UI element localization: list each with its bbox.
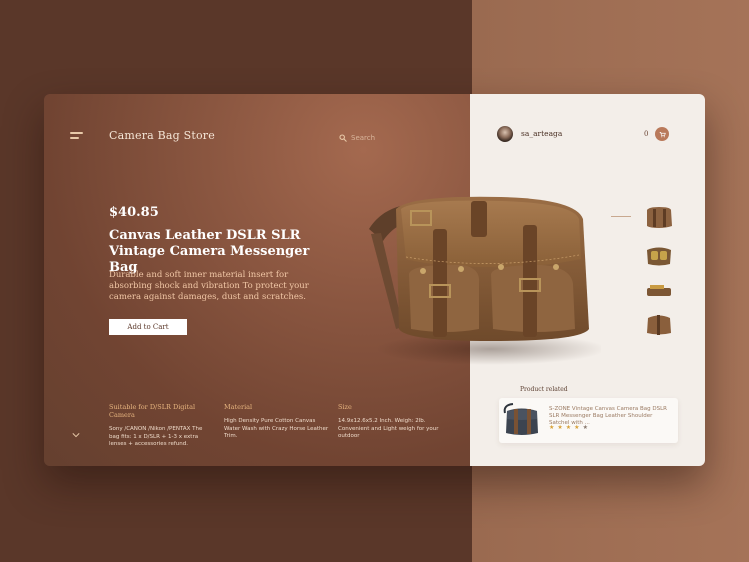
thumbnail-3[interactable] — [644, 280, 674, 306]
search-input[interactable] — [351, 134, 441, 142]
menu-icon[interactable] — [70, 132, 84, 140]
thumbnail-2[interactable] — [644, 242, 674, 268]
spec-title: Suitable for D/SLR Digital Camera — [109, 403, 196, 419]
thumbnail-1[interactable] — [644, 204, 674, 230]
rating-stars: ★ ★ ★ ★ ★ — [549, 425, 588, 431]
product-title: Canvas Leather DSLR SLR Vintage Camera M… — [109, 228, 310, 275]
product-image — [369, 196, 601, 365]
username[interactable]: sa_arteaga — [521, 129, 562, 138]
spec-size: Size 14.9x12.6x5.2 Inch. Weigh: 2lb. Con… — [338, 403, 443, 441]
spec-text: Sony /CANON /Nikon /PENTAX The bag fits:… — [109, 426, 203, 447]
cart-icon — [659, 131, 666, 137]
product-card: Camera Bag Store $40.85 Canvas Leather D… — [44, 94, 705, 466]
star-icon: ★ — [565, 424, 572, 431]
star-icon: ★ — [574, 424, 580, 431]
cart-button[interactable] — [655, 127, 669, 141]
spec-text: High Density Pure Cotton Canvas Water Wa… — [224, 418, 329, 439]
spec-compatibility: Suitable for D/SLR Digital Camera Sony /… — [109, 403, 214, 449]
thumbnail-4[interactable] — [644, 311, 674, 337]
cart-count: 0 — [644, 130, 649, 138]
search-box[interactable] — [339, 131, 449, 145]
spec-title: Material — [224, 403, 253, 411]
store-title: Camera Bag Store — [109, 129, 215, 142]
spec-text: 14.9x12.6x5.2 Inch. Weigh: 2lb. Convenie… — [338, 418, 439, 439]
star-icon: ★ — [549, 424, 555, 431]
related-product-card[interactable]: S-ZONE Vintage Canvas Camera Bag DSLR SL… — [499, 398, 678, 443]
add-to-cart-button[interactable]: Add to Cart — [109, 319, 187, 335]
product-description: Durable and soft inner material insert f… — [109, 270, 309, 302]
star-icon: ★ — [557, 424, 563, 431]
chevron-down-icon[interactable] — [72, 432, 80, 438]
avatar[interactable] — [497, 126, 513, 142]
spec-material: Material High Density Pure Cotton Canvas… — [224, 403, 329, 441]
star-icon: ★ — [582, 424, 588, 431]
related-product-image — [503, 403, 538, 435]
product-price: $40.85 — [109, 205, 159, 220]
spec-title: Size — [338, 403, 352, 411]
thumbnail-indicator — [611, 216, 631, 217]
related-title: Product related — [520, 386, 568, 393]
search-icon — [339, 134, 347, 142]
